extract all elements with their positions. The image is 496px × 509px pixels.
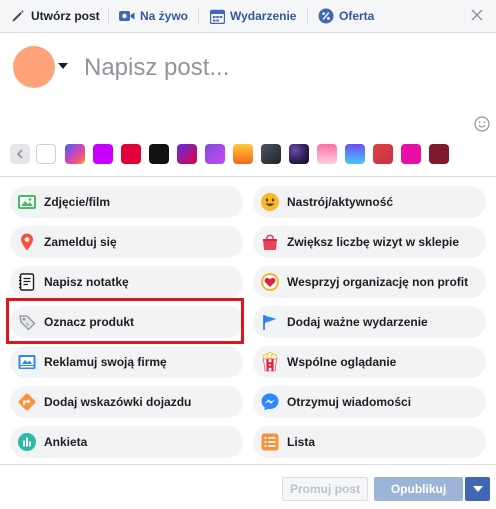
tab-offer[interactable]: Oferta [318, 0, 374, 32]
swatch-white[interactable] [36, 144, 56, 164]
tab-label: Oferta [339, 9, 375, 23]
swatch-red[interactable] [121, 144, 141, 164]
action-label: Lista [287, 435, 316, 449]
heart-donate-icon [260, 272, 280, 292]
chevron-down-icon [472, 486, 483, 492]
action-poll[interactable]: Ankieta [10, 426, 243, 458]
swatch-purple-red[interactable] [177, 144, 197, 164]
composer-tabs: Utwórz post Na żywo Wydarzenie Oferta [0, 0, 496, 33]
swatch-abstract[interactable] [65, 144, 85, 164]
action-label: Nastrój/aktywność [287, 195, 394, 209]
note-icon [17, 272, 37, 292]
close-button[interactable] [468, 6, 486, 24]
action-store-visits[interactable]: Zwiększ liczbę wizyt w sklepie [253, 226, 486, 258]
tab-event[interactable]: Wydarzenie [209, 0, 296, 32]
swatch-galaxy[interactable] [289, 144, 309, 164]
pencil-icon [10, 8, 26, 24]
action-write-note[interactable]: Napisz notatkę [10, 266, 243, 298]
tab-live[interactable]: Na żywo [119, 0, 188, 32]
action-add-directions[interactable]: Dodaj wskazówki dojazdu [10, 386, 243, 418]
flag-icon [260, 312, 280, 332]
action-list[interactable]: Lista [253, 426, 486, 458]
action-label: Zamelduj się [44, 235, 117, 249]
poll-icon [17, 432, 37, 452]
action-label: Ankieta [44, 435, 88, 449]
tab-divider [307, 8, 308, 24]
action-photo-video[interactable]: Zdjęcie/film [10, 186, 243, 218]
promote-post-button[interactable]: Promuj post [282, 477, 368, 501]
action-check-in[interactable]: Zamelduj się [10, 226, 243, 258]
publish-options-button[interactable] [465, 477, 490, 501]
publish-button[interactable]: Opublikuj [374, 477, 463, 501]
list-icon [260, 432, 280, 452]
advertise-icon [17, 352, 37, 372]
swatch-dark-gray[interactable] [261, 144, 281, 164]
chevron-left-icon [16, 149, 23, 159]
swatch-violet[interactable] [205, 144, 225, 164]
swatch-blue[interactable] [345, 144, 365, 164]
post-text-input[interactable] [84, 52, 464, 84]
location-pin-icon [17, 232, 37, 252]
tab-divider [198, 8, 199, 24]
tab-label: Wydarzenie [230, 9, 297, 23]
action-advertise-business[interactable]: Reklamuj swoją firmę [10, 346, 243, 378]
composer-divider [0, 176, 496, 177]
tab-label: Utwórz post [31, 9, 100, 23]
swatch-previous-button[interactable] [10, 144, 30, 164]
action-watch-party[interactable]: Wspólne oglądanie [253, 346, 486, 378]
swatch-pink[interactable] [317, 144, 337, 164]
directions-icon [17, 392, 37, 412]
video-camera-icon [119, 8, 135, 24]
action-label: Reklamuj swoją firmę [44, 355, 167, 369]
audience-caret-icon[interactable] [58, 63, 68, 69]
swatch-purple[interactable] [93, 144, 113, 164]
emoji-picker-button[interactable] [474, 116, 490, 132]
swatch-maroon[interactable] [429, 144, 449, 164]
avatar[interactable] [13, 46, 55, 88]
photo-video-icon [17, 192, 37, 212]
swatch-black[interactable] [149, 144, 169, 164]
calendar-icon [209, 8, 225, 24]
smiley-icon [260, 192, 280, 212]
tab-label: Na żywo [140, 9, 189, 23]
action-life-event[interactable]: Dodaj ważne wydarzenie [253, 306, 486, 338]
action-get-messages[interactable]: Otrzymuj wiadomości [253, 386, 486, 418]
close-icon [471, 9, 483, 21]
popcorn-icon [260, 352, 280, 372]
action-label: Dodaj wskazówki dojazdu [44, 395, 192, 409]
action-label: Wesprzyj organizację non profit [287, 275, 469, 289]
action-support-nonprofit[interactable]: Wesprzyj organizację non profit [253, 266, 486, 298]
discount-tag-icon [318, 8, 334, 24]
shopping-bag-icon [260, 232, 280, 252]
action-label: Otrzymuj wiadomości [287, 395, 412, 409]
emoji-icon [474, 116, 490, 132]
highlight-box [6, 298, 244, 344]
messenger-icon [260, 392, 280, 412]
tab-create-post[interactable]: Utwórz post [10, 0, 100, 32]
swatch-orange[interactable] [233, 144, 253, 164]
swatch-crimson[interactable] [373, 144, 393, 164]
action-feeling-activity[interactable]: Nastrój/aktywność [253, 186, 486, 218]
tab-divider [108, 8, 109, 24]
action-label: Wspólne oglądanie [287, 355, 397, 369]
action-label: Dodaj ważne wydarzenie [287, 315, 428, 329]
footer-divider [0, 464, 496, 465]
action-label: Zdjęcie/film [44, 195, 111, 209]
swatch-magenta[interactable] [401, 144, 421, 164]
action-label: Napisz notatkę [44, 275, 129, 289]
action-label: Zwiększ liczbę wizyt w sklepie [287, 235, 460, 249]
